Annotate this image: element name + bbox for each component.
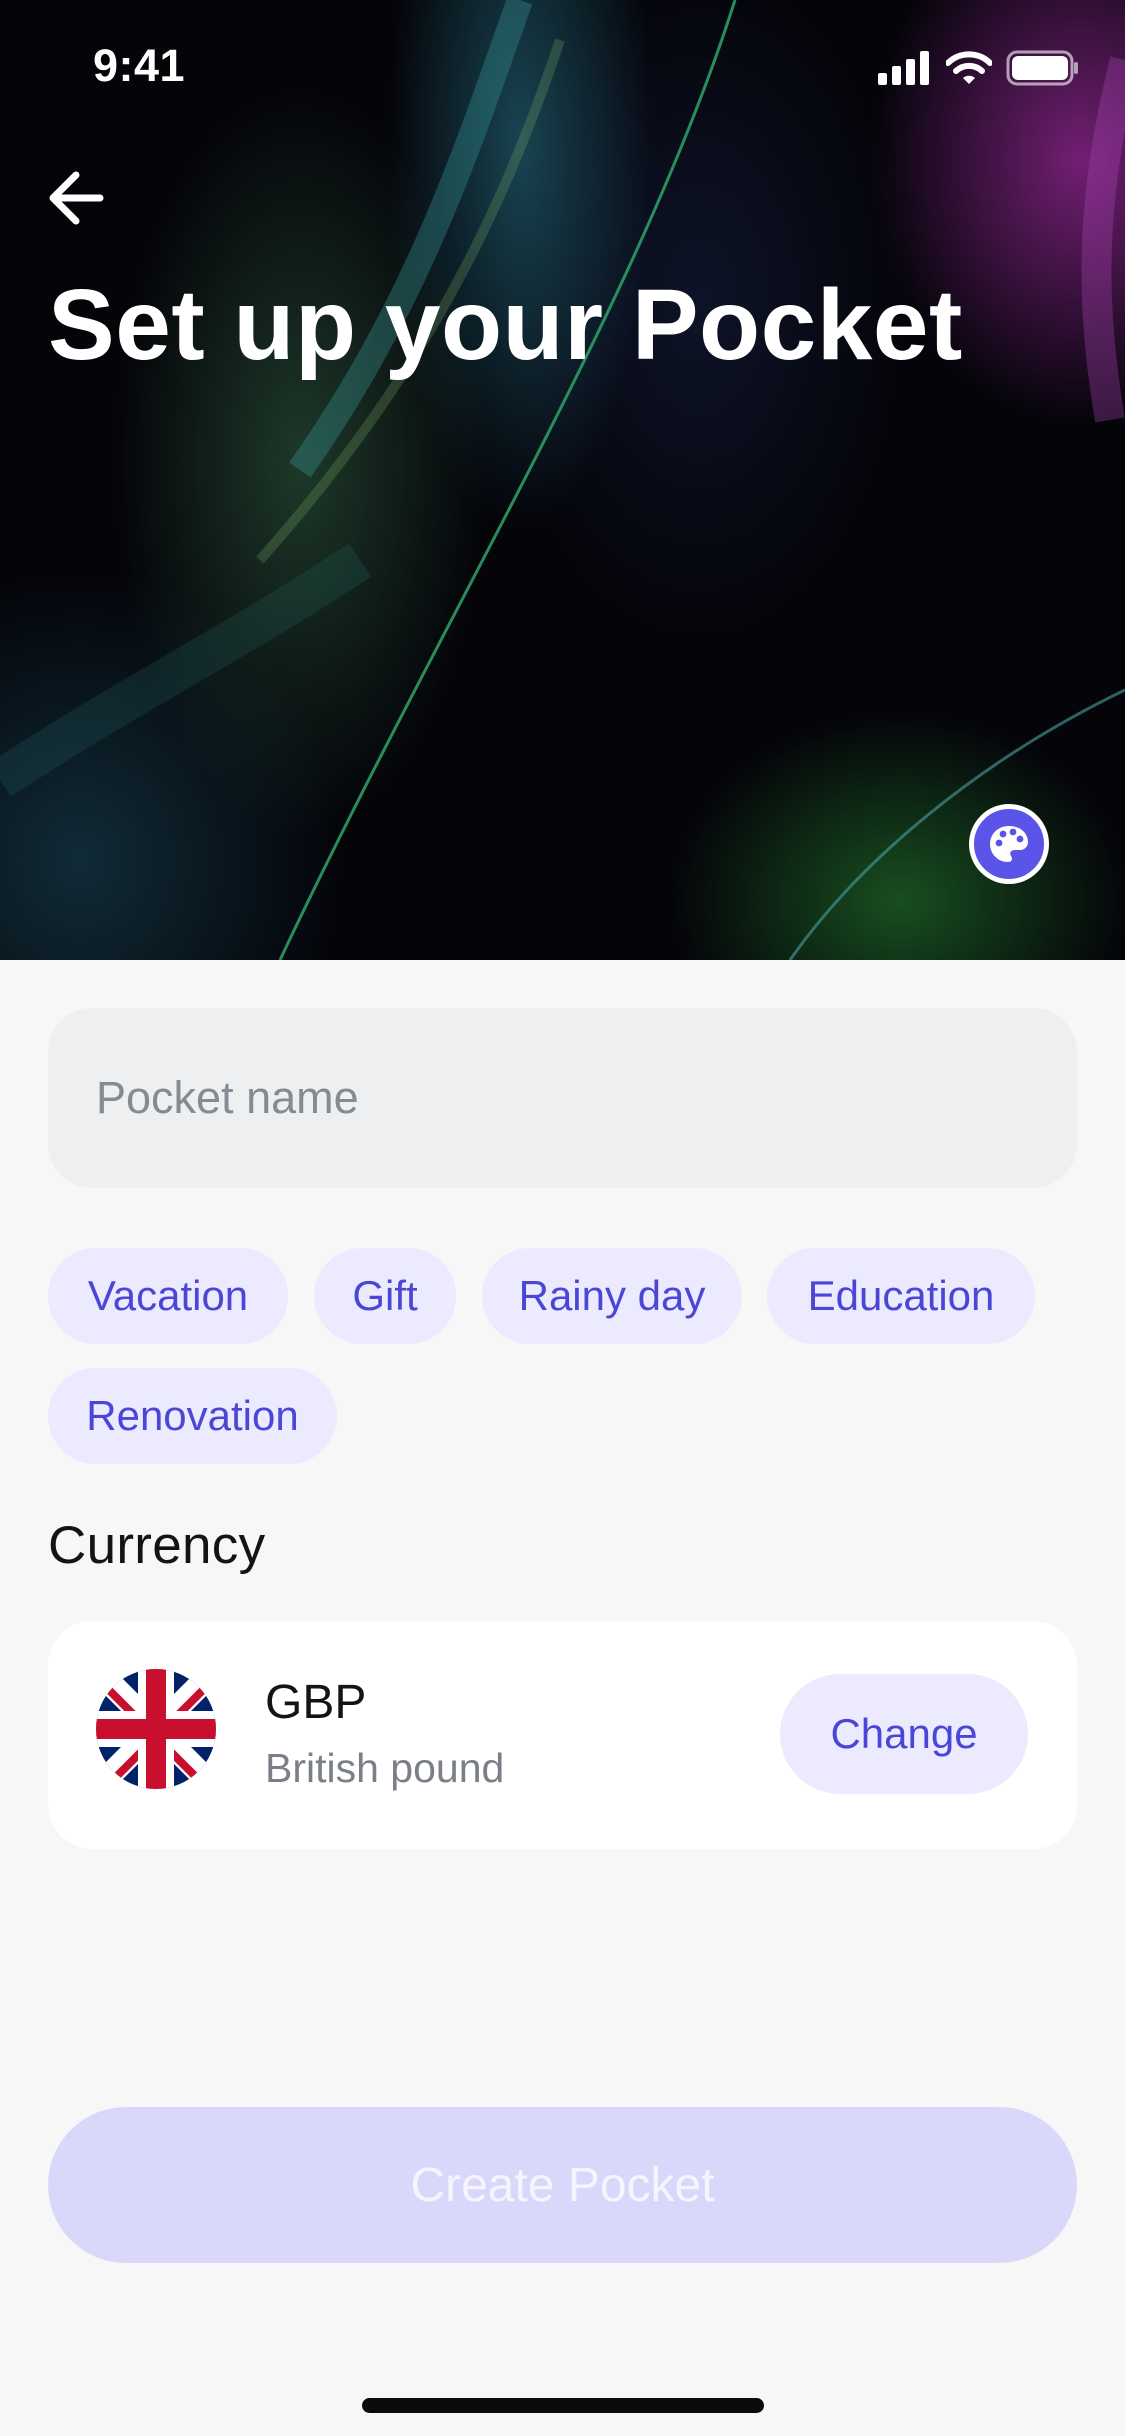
change-currency-button[interactable]: Change <box>780 1674 1028 1794</box>
back-button[interactable] <box>44 168 110 228</box>
home-indicator[interactable] <box>362 2398 764 2413</box>
wifi-icon <box>946 51 992 84</box>
currency-card: GBP British pound Change <box>48 1621 1077 1849</box>
suggestion-chip-gift[interactable]: Gift <box>314 1248 456 1344</box>
abstract-background-art <box>0 0 1125 960</box>
palette-icon <box>990 826 1028 862</box>
status-time: 9:41 <box>93 40 186 91</box>
suggestion-chip-renovation[interactable]: Renovation <box>48 1368 337 1464</box>
header-artwork: 9:41 Set up your Pocket <box>0 0 1125 960</box>
uk-flag-icon <box>96 1669 216 1789</box>
suggestion-chip-rainy-day[interactable]: Rainy day <box>482 1248 742 1344</box>
currency-section-label: Currency <box>48 1516 266 1575</box>
currency-code: GBP <box>265 1676 367 1729</box>
pocket-name-input[interactable] <box>48 1008 1077 1188</box>
suggestion-chip-vacation[interactable]: Vacation <box>48 1248 288 1344</box>
create-pocket-button[interactable]: Create Pocket <box>48 2107 1077 2263</box>
cellular-signal-icon <box>878 51 929 85</box>
page-title: Set up your Pocket <box>48 269 963 381</box>
currency-name: British pound <box>265 1745 505 1791</box>
battery-icon <box>1006 50 1078 86</box>
suggestion-chip-education[interactable]: Education <box>767 1248 1035 1344</box>
status-icons <box>878 50 1080 86</box>
change-theme-button[interactable] <box>969 804 1049 884</box>
arrow-left-icon <box>49 171 104 225</box>
